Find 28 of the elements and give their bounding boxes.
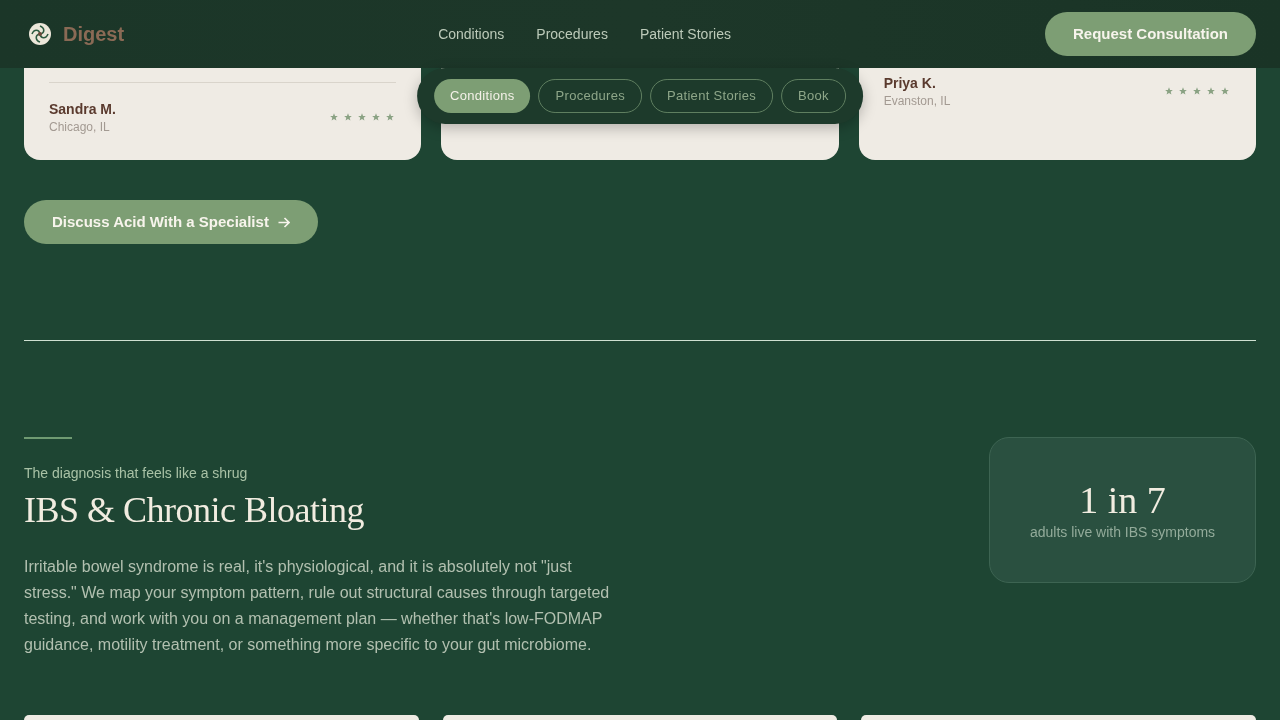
star-icon: [372, 113, 381, 121]
pill-tab[interactable]: Conditions: [434, 79, 531, 113]
nav-link[interactable]: Procedures: [536, 23, 608, 45]
star-icon: [386, 113, 395, 121]
stat-label: adults live with IBS symptoms: [1029, 523, 1216, 542]
swirl-logo-icon: [29, 23, 51, 45]
reviewer-name: Sandra M.: [49, 100, 116, 119]
section-heading: IBS & Chronic Bloating: [24, 489, 365, 532]
request-consultation-button[interactable]: Request Consultation: [1044, 12, 1256, 56]
star-icon: [1193, 87, 1201, 95]
nav-link[interactable]: Conditions: [438, 23, 505, 45]
star-icon: [1179, 87, 1187, 95]
reviewer-location: Evanston, IL: [883, 93, 951, 109]
star-icon: [1165, 87, 1173, 95]
reviewer-location: Chicago, IL: [49, 119, 111, 135]
star-icon: [330, 113, 339, 121]
nav-link[interactable]: Patient Stories: [639, 23, 731, 45]
section-body: Irritable bowel syndrome is real, it's physiological, and it is absolutely not "just stress." We map your symptom pattern, rule out structural causes through targeted testing, and work with you on a management plan — whether that's low-FODMAP guidance, motility treatment, or something more specific to your gut microbiome.: [24, 557, 611, 655]
reviewer-name: Priya K.: [883, 74, 937, 93]
arrow-right-icon: [277, 216, 290, 228]
section-eyebrow: The diagnosis that feels like a shrug: [24, 464, 249, 483]
star-icon: [1207, 87, 1215, 95]
star-icon: [1221, 87, 1229, 95]
logo-text[interactable]: Digest: [63, 19, 125, 49]
star-icon: [344, 113, 353, 121]
stat-value: 1 in 7: [1079, 478, 1166, 522]
discuss-specialist-button[interactable]: Discuss Acid With a Specialist: [24, 200, 318, 244]
star-icon: [358, 113, 367, 121]
